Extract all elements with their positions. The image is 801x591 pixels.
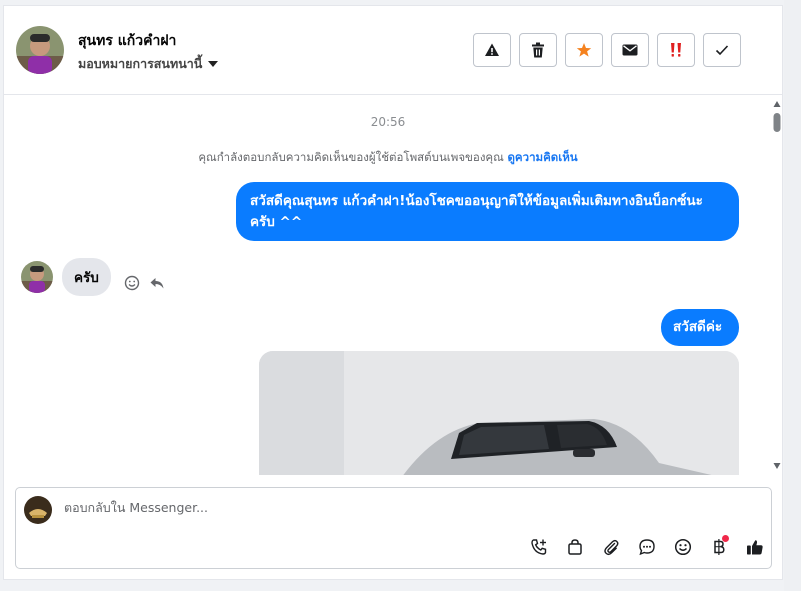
shopping-bag-icon — [568, 539, 582, 555]
notice-text: คุณกำลังตอบกลับความคิดเห็นของผู้ใช้ต่อโพ… — [198, 150, 504, 164]
page-edge-strip — [784, 0, 801, 591]
assign-conversation-dropdown[interactable]: มอบหมายการสนทนานี้ — [78, 54, 219, 74]
composer-toolbar — [521, 534, 773, 560]
saved-reply-button[interactable] — [629, 534, 665, 560]
emoji-icon — [674, 538, 692, 556]
view-comment-link[interactable]: ดูความคิดเห็น — [507, 150, 577, 164]
warning-icon — [485, 43, 499, 56]
mark-done-button[interactable] — [703, 33, 741, 67]
comment-reply-notice: คุณกำลังตอบกลับความคิดเห็นของผู้ใช้ต่อโพ… — [4, 149, 772, 167]
spam-button[interactable] — [473, 33, 511, 67]
message-timestamp: 20:56 — [370, 115, 406, 129]
outgoing-message[interactable]: สวัสดีค่ะ — [661, 309, 739, 346]
shop-button[interactable] — [557, 534, 593, 560]
conversation-panel: สุนทร แก้วคำฝา มอบหมายการสนทนานี้ 20:56 … — [3, 5, 783, 580]
incoming-message[interactable]: ครับ — [62, 258, 111, 296]
message-thread[interactable]: 20:56 คุณกำลังตอบกลับความคิดเห็นของผู้ใช… — [4, 95, 772, 475]
message-composer — [15, 487, 772, 569]
assign-label: มอบหมายการสนทนานี้ — [78, 56, 203, 71]
contact-avatar[interactable] — [16, 26, 64, 74]
attach-button[interactable] — [593, 534, 629, 560]
car-photo-attachment[interactable] — [259, 351, 739, 475]
call-icon — [531, 539, 547, 555]
thumbs-up-icon — [747, 540, 763, 555]
outgoing-message[interactable]: สวัสดีคุณสุนทร แก้วคำฝา!น้องโชคขออนุญาติ… — [236, 182, 739, 241]
contact-name[interactable]: สุนทร แก้วคำฝา — [78, 30, 176, 52]
priority-button[interactable] — [657, 33, 695, 67]
attachment-icon — [604, 539, 619, 556]
payment-button[interactable] — [701, 534, 737, 560]
like-button[interactable] — [737, 534, 773, 560]
message-input[interactable] — [64, 500, 744, 515]
conversation-header: สุนทร แก้วคำฝา มอบหมายการสนทนานี้ — [4, 6, 782, 95]
delete-button[interactable] — [519, 33, 557, 67]
double-exclamation-icon — [671, 43, 681, 57]
star-icon — [576, 43, 592, 57]
notification-dot — [722, 535, 729, 542]
chevron-down-icon — [208, 61, 219, 67]
trash-icon — [532, 42, 544, 58]
smiley-react-icon[interactable] — [124, 275, 140, 291]
sender-avatar[interactable] — [21, 261, 53, 293]
check-icon — [715, 45, 729, 56]
reply-arrow-icon[interactable] — [149, 275, 165, 291]
follow-up-button[interactable] — [565, 33, 603, 67]
mark-unread-button[interactable] — [611, 33, 649, 67]
emoji-button[interactable] — [665, 534, 701, 560]
thread-scrollbar[interactable] — [772, 95, 782, 475]
saved-reply-icon — [639, 539, 655, 556]
page-avatar — [24, 496, 52, 524]
conversation-actions — [473, 33, 741, 67]
call-button[interactable] — [521, 534, 557, 560]
envelope-icon — [622, 44, 638, 56]
